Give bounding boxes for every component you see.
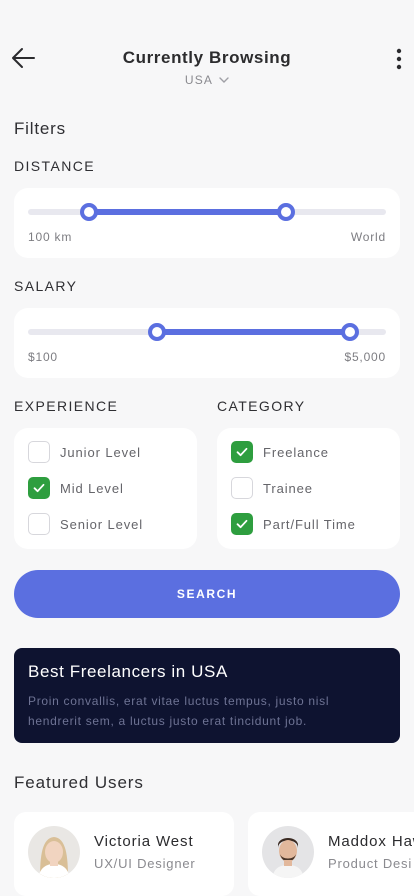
experience-option-mid[interactable]: Mid Level [28, 477, 124, 499]
user-card[interactable]: Maddox Haw Product Desi [248, 812, 414, 896]
distance-min-label: 100 km [28, 230, 73, 244]
chevron-down-icon [219, 77, 229, 83]
category-option-freelance[interactable]: Freelance [231, 441, 329, 463]
filters-heading: Filters [14, 119, 66, 138]
user-name: Maddox Haw [328, 833, 414, 850]
slider-min-handle[interactable] [147, 323, 166, 341]
page-title: Currently Browsing [122, 48, 292, 67]
salary-max-label: $5,000 [344, 350, 386, 364]
slider-max-handle[interactable] [276, 203, 295, 221]
slider-min-handle[interactable] [79, 203, 98, 221]
checkbox[interactable] [28, 513, 50, 535]
user-name: Victoria West [94, 833, 194, 850]
checkbox[interactable] [28, 477, 50, 499]
experience-label: EXPERIENCE [14, 398, 119, 414]
salary-label: SALARY [14, 278, 78, 294]
slider-range-fill [156, 329, 351, 335]
more-options-button[interactable] [390, 46, 408, 72]
checkmark-icon [236, 447, 248, 457]
promo-text: Proin convallis, erat vitae luctus tempu… [28, 694, 330, 728]
category-option-trainee[interactable]: Trainee [231, 477, 313, 499]
experience-option-senior[interactable]: Senior Level [28, 513, 143, 535]
promo-banner[interactable]: Best Freelancers in USA Proin convallis,… [14, 648, 400, 743]
option-label: Freelance [263, 444, 329, 460]
featured-users-heading: Featured Users [14, 773, 144, 792]
option-label: Trainee [263, 480, 313, 496]
category-options: Freelance Trainee Part/Full Time [217, 428, 400, 549]
option-label: Junior Level [60, 444, 141, 460]
checkbox[interactable] [231, 513, 253, 535]
user-role: Product Desi [328, 856, 413, 871]
checkbox[interactable] [231, 441, 253, 463]
distance-slider[interactable]: 100 km World [14, 188, 400, 258]
category-label: CATEGORY [217, 398, 306, 414]
checkbox[interactable] [28, 441, 50, 463]
checkbox[interactable] [231, 477, 253, 499]
user-avatar-female-icon [28, 826, 80, 878]
avatar [28, 826, 80, 878]
avatar [262, 826, 314, 878]
slider-max-handle[interactable] [341, 323, 360, 341]
user-role: UX/UI Designer [94, 856, 196, 871]
checkmark-icon [33, 483, 45, 493]
option-label: Senior Level [60, 516, 144, 532]
experience-options: Junior Level Mid Level Senior Level [14, 428, 197, 549]
distance-max-label: World [350, 230, 386, 244]
distance-label: DISTANCE [14, 158, 95, 174]
category-option-part-full-time[interactable]: Part/Full Time [231, 513, 356, 535]
checkmark-icon [236, 519, 248, 529]
salary-slider[interactable]: $100 $5,000 [14, 308, 400, 378]
option-label: Part/Full Time [263, 516, 356, 532]
more-vertical-icon [396, 48, 402, 70]
slider-range-fill [88, 209, 286, 215]
promo-title: Best Freelancers in USA [28, 662, 228, 681]
location-dropdown[interactable]: USA [0, 73, 414, 87]
location-value: USA [184, 73, 214, 87]
user-avatar-male-icon [262, 826, 314, 878]
user-card[interactable]: Victoria West UX/UI Designer [14, 812, 234, 896]
experience-option-junior[interactable]: Junior Level [28, 441, 141, 463]
salary-min-label: $100 [28, 350, 58, 364]
search-button[interactable]: SEARCH [14, 570, 400, 618]
option-label: Mid Level [60, 480, 124, 496]
